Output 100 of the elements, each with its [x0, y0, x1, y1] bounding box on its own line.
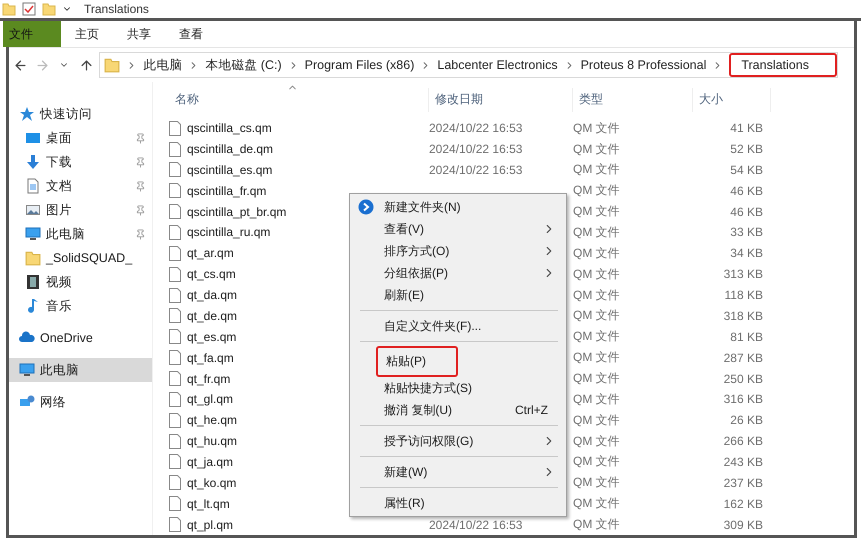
- sidebar-item[interactable]: 视频: [9, 270, 152, 294]
- folder-icon: [2, 2, 16, 16]
- sidebar-item[interactable]: _SolidSQUAD_: [9, 246, 152, 270]
- file-name[interactable]: qt_es.qm: [187, 330, 236, 344]
- file-type: QM 文件: [573, 495, 621, 512]
- pin-icon[interactable]: [135, 180, 146, 192]
- file-size: 162 KB: [722, 496, 764, 511]
- file-icon: [169, 142, 181, 157]
- pin-icon[interactable]: [135, 156, 146, 168]
- column-header[interactable]: 大小: [693, 88, 771, 112]
- file-name[interactable]: qt_he.qm: [187, 413, 238, 428]
- pin-icon[interactable]: [135, 228, 146, 240]
- file-icon: [169, 392, 181, 407]
- file-name[interactable]: qt_fr.qm: [187, 372, 230, 386]
- file-icon: [169, 308, 181, 324]
- window-title: Translations: [84, 2, 149, 16]
- file-size: 46 KB: [729, 204, 764, 219]
- file-type: QM 文件: [573, 390, 621, 408]
- column-header[interactable]: 类型: [573, 88, 693, 112]
- modified-date: 2024/10/22 16:53: [429, 162, 524, 177]
- file-icon: [169, 434, 181, 449]
- file-size: 250 KB: [722, 372, 764, 386]
- menu-item[interactable]: 查看(V): [350, 218, 566, 240]
- ribbon-tab[interactable]: 主页: [61, 21, 113, 47]
- file-size: 313 KB: [722, 267, 764, 282]
- file-size: 243 KB: [722, 454, 764, 469]
- file-type: QM 文件: [573, 307, 621, 324]
- file-name[interactable]: qt_de.qm: [187, 308, 238, 323]
- breadcrumb[interactable]: Labcenter Electronics: [437, 58, 558, 72]
- ribbon-tab[interactable]: 共享: [113, 21, 165, 47]
- file-name[interactable]: qscintilla_de.qm: [187, 142, 274, 156]
- ribbon-tab[interactable]: 文件: [3, 21, 61, 47]
- sidebar-item[interactable]: 此电脑: [9, 222, 152, 246]
- file-type: QM 文件: [573, 412, 621, 429]
- breadcrumb[interactable]: Proteus 8 Professional: [580, 58, 706, 72]
- file-name[interactable]: qt_hu.qm: [187, 434, 238, 448]
- file-type: QM 文件: [573, 453, 621, 470]
- file-type: QM 文件: [573, 266, 621, 283]
- menu-item[interactable]: 粘贴(P): [350, 346, 566, 377]
- file-name[interactable]: qt_gl.qm: [187, 392, 234, 406]
- file-name[interactable]: qscintilla_es.qm: [187, 162, 272, 177]
- file-type: QM 文件: [573, 432, 621, 450]
- sidebar-item[interactable]: 图片: [9, 198, 152, 222]
- file-name[interactable]: qt_ja.qm: [187, 454, 234, 469]
- menu-item[interactable]: 撤消 复制(U) Ctrl+Z: [350, 399, 566, 421]
- file-name[interactable]: qt_ko.qm: [187, 476, 236, 490]
- column-header[interactable]: 修改日期: [429, 88, 573, 112]
- breadcrumb[interactable]: 本地磁盘 (C:): [205, 56, 282, 74]
- file-icon: [169, 120, 181, 136]
- checkbox-icon[interactable]: [22, 2, 36, 16]
- pin-icon[interactable]: [135, 204, 146, 216]
- star-icon: [19, 106, 35, 122]
- menu-item[interactable]: 粘贴快捷方式(S): [350, 377, 566, 399]
- pin-icon[interactable]: [135, 132, 146, 144]
- modified-date: 2024/10/22 16:53: [429, 518, 524, 532]
- sidebar-item[interactable]: 音乐: [9, 294, 152, 318]
- menu-item[interactable]: 自定义文件夹(F)...: [350, 315, 566, 337]
- file-name[interactable]: qt_pl.qm: [187, 518, 234, 532]
- file-name[interactable]: qscintilla_ru.qm: [187, 225, 270, 240]
- file-name[interactable]: qscintilla_pt_br.qm: [187, 204, 286, 219]
- file-name[interactable]: qt_cs.qm: [187, 267, 236, 282]
- menu-item[interactable]: 排序方式(O): [350, 240, 566, 262]
- sidebar-item[interactable]: OneDrive: [9, 326, 152, 350]
- sidebar-item[interactable]: 下载: [9, 150, 152, 174]
- file-size: 33 KB: [729, 225, 764, 240]
- menu-item[interactable]: 授予访问权限(G): [350, 430, 566, 452]
- menu-item[interactable]: 分组依据(P): [350, 262, 566, 284]
- menu-item[interactable]: 新建(W): [350, 461, 566, 483]
- file-icon: [169, 246, 181, 261]
- file-size: 266 KB: [722, 434, 764, 448]
- file-name[interactable]: qscintilla_cs.qm: [187, 121, 272, 136]
- modified-date: 2024/10/22 16:53: [429, 142, 524, 156]
- sidebar-item[interactable]: 此电脑: [9, 358, 152, 382]
- sidebar-item[interactable]: 快速访问: [9, 102, 152, 126]
- file-size: 81 KB: [729, 330, 764, 344]
- file-type: QM 文件: [573, 224, 621, 241]
- breadcrumb[interactable]: Translations: [729, 53, 837, 77]
- file-type: QM 文件: [573, 140, 621, 158]
- file-icon: [169, 475, 181, 490]
- file-name[interactable]: qt_da.qm: [187, 288, 238, 302]
- breadcrumb[interactable]: 此电脑: [143, 56, 182, 74]
- menu-item[interactable]: 刷新(E): [350, 284, 566, 306]
- column-header[interactable]: 名称: [169, 88, 429, 112]
- breadcrumb[interactable]: Program Files (x86): [304, 58, 414, 72]
- address-bar[interactable]: 此电脑 本地磁盘 (C:) Program Files (x86) Labcenter Electronics Proteus 8 Professional Translations: [99, 52, 838, 78]
- film-icon: [25, 274, 41, 290]
- menu-item[interactable]: 属性(R): [350, 492, 566, 514]
- file-icon: [169, 350, 181, 366]
- file-name[interactable]: qt_fa.qm: [187, 350, 234, 365]
- file-icon: [169, 224, 181, 240]
- file-name[interactable]: qscintilla_fr.qm: [187, 184, 266, 198]
- file-name[interactable]: qt_ar.qm: [187, 246, 234, 260]
- ribbon-tab[interactable]: 查看: [165, 21, 217, 47]
- sidebar-item[interactable]: 文档: [9, 174, 152, 198]
- file-name[interactable]: qt_lt.qm: [187, 496, 230, 511]
- file-icon: [169, 517, 181, 532]
- file-size: 309 KB: [722, 518, 764, 532]
- sidebar-item[interactable]: 网络: [9, 390, 152, 414]
- sidebar-item[interactable]: 桌面: [9, 126, 152, 150]
- menu-item[interactable]: 新建文件夹(N): [350, 196, 566, 218]
